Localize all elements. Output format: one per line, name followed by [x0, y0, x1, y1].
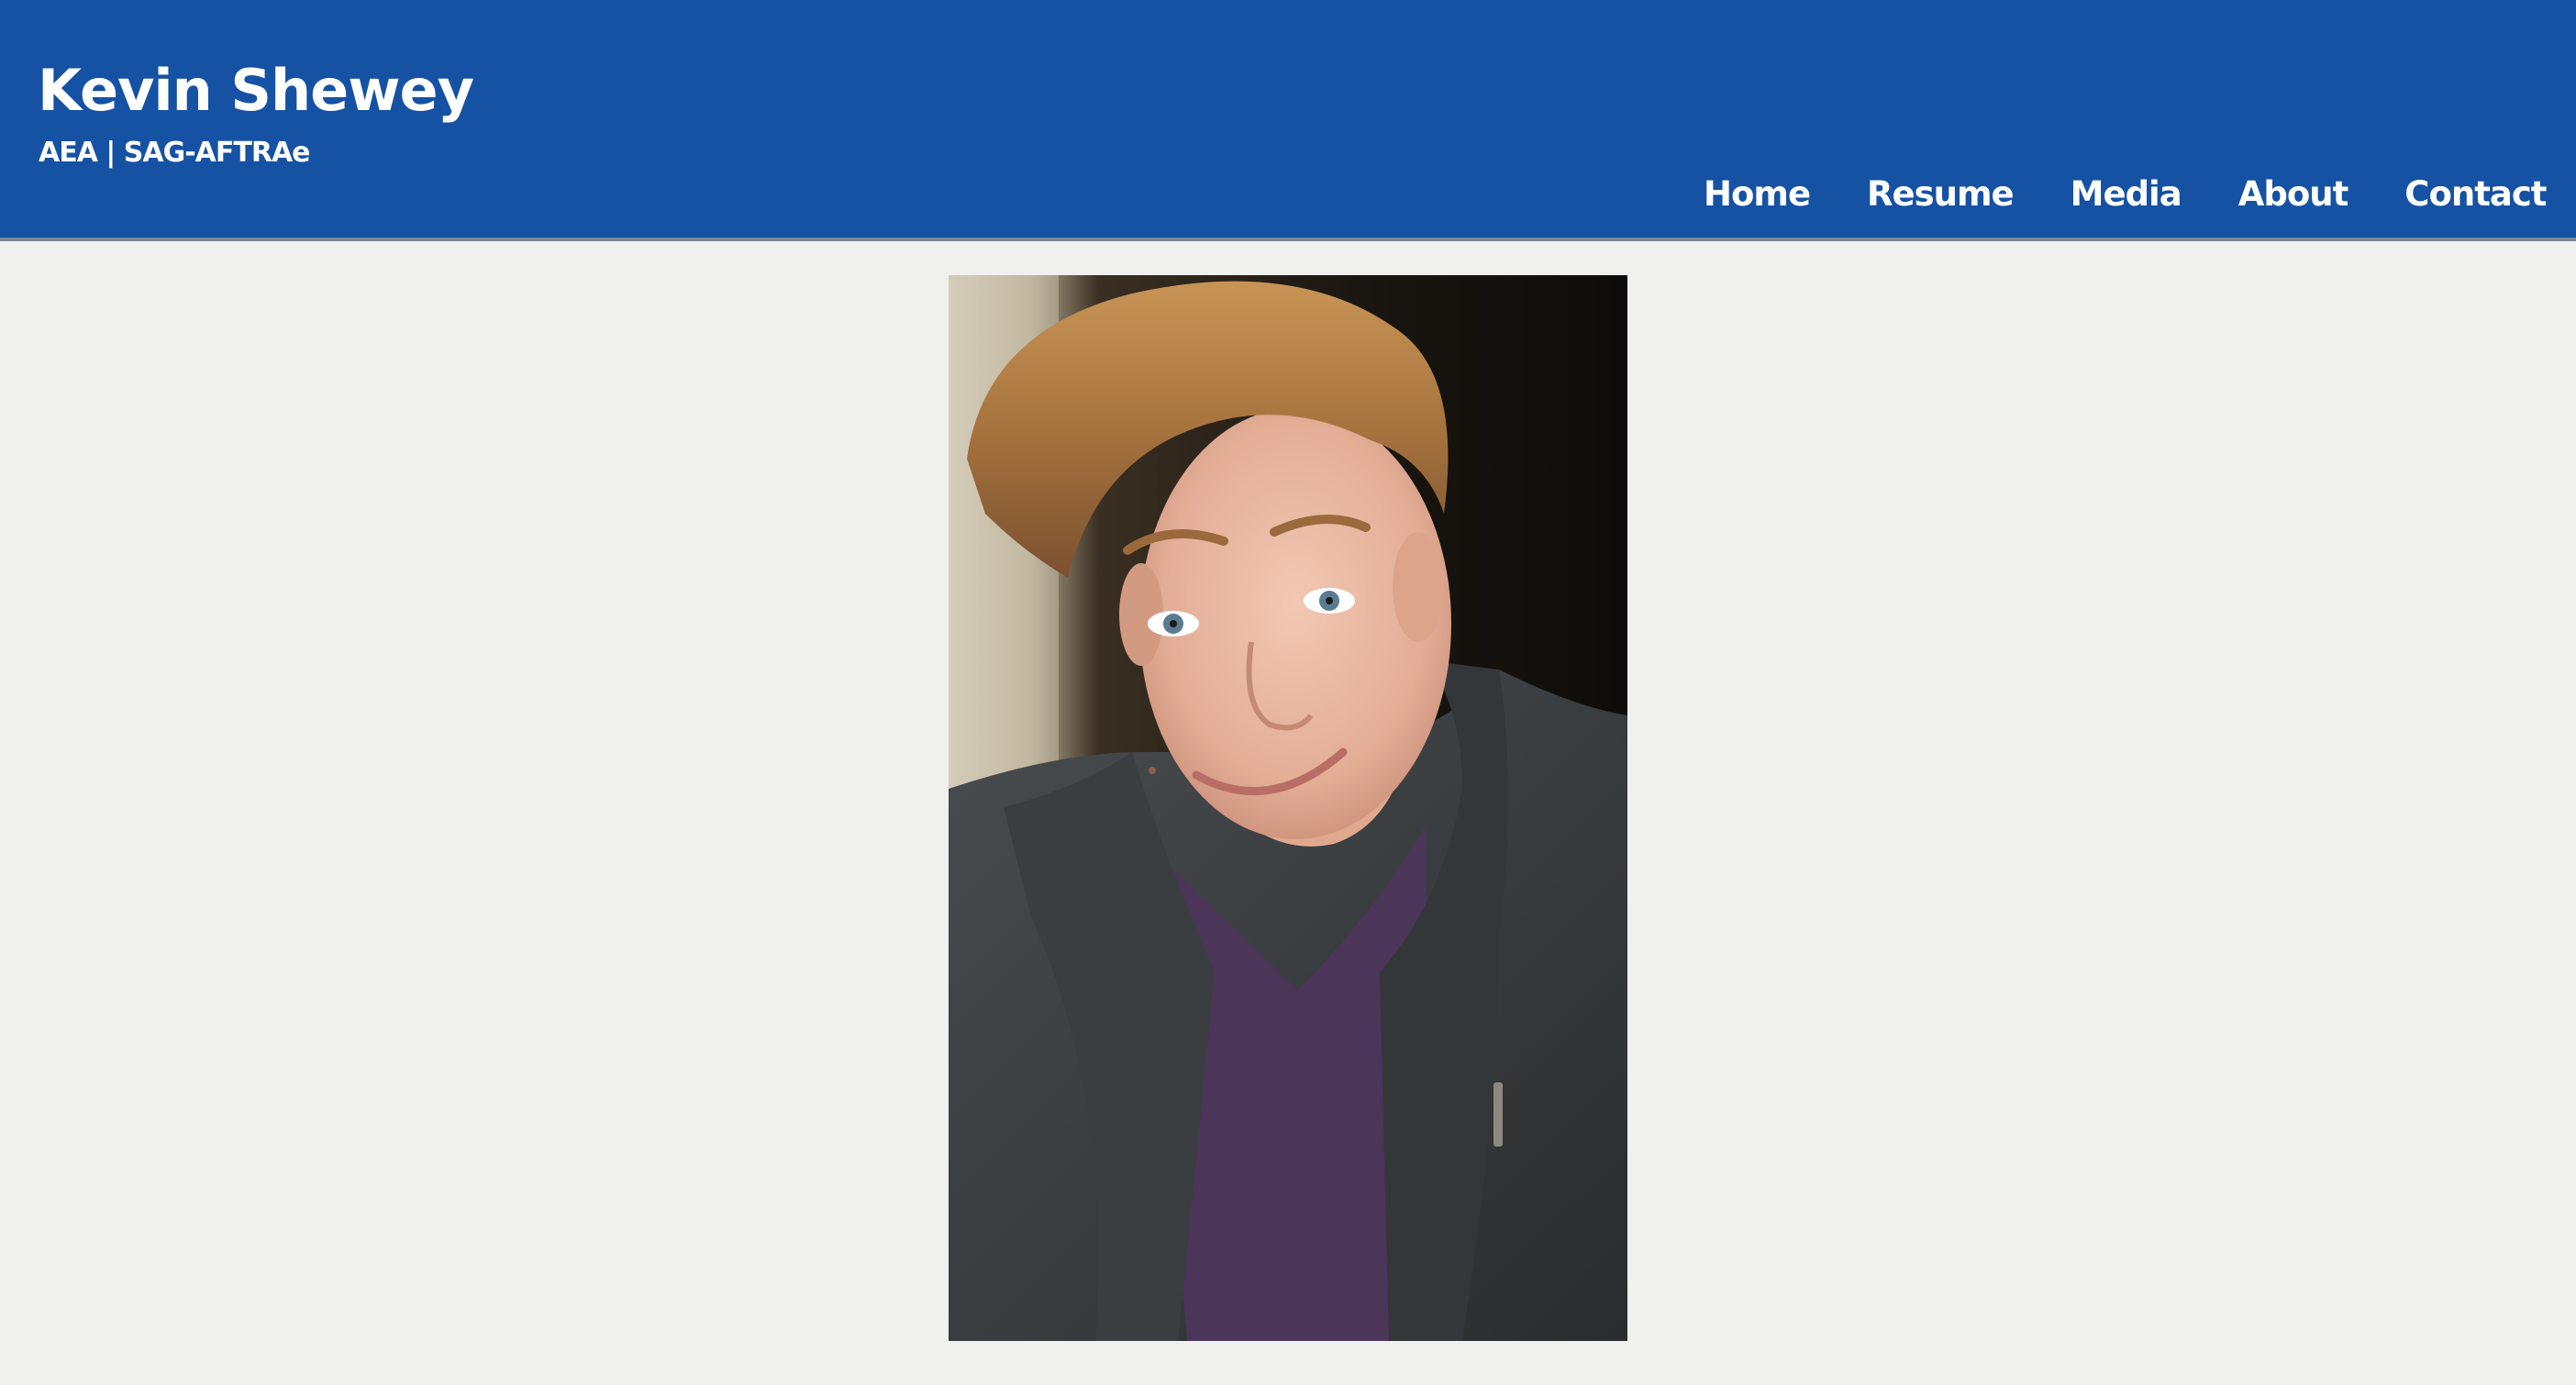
site-title[interactable]: Kevin Shewey [38, 62, 474, 119]
site-subtitle: AEA | SAG-AFTRAe [39, 137, 311, 169]
nav-link-media[interactable]: Media [2071, 171, 2182, 218]
nav-link-home[interactable]: Home [1704, 171, 1811, 218]
main-nav: Home Resume Media About Contact [1704, 171, 2548, 218]
site-header: Kevin Shewey AEA | SAG-AFTRAe Home Resum… [0, 0, 2576, 241]
nav-link-about[interactable]: About [2238, 171, 2349, 218]
headshot-photo [949, 275, 1627, 1341]
nav-link-contact[interactable]: Contact [2404, 171, 2547, 218]
nav-link-resume[interactable]: Resume [1867, 171, 2015, 218]
